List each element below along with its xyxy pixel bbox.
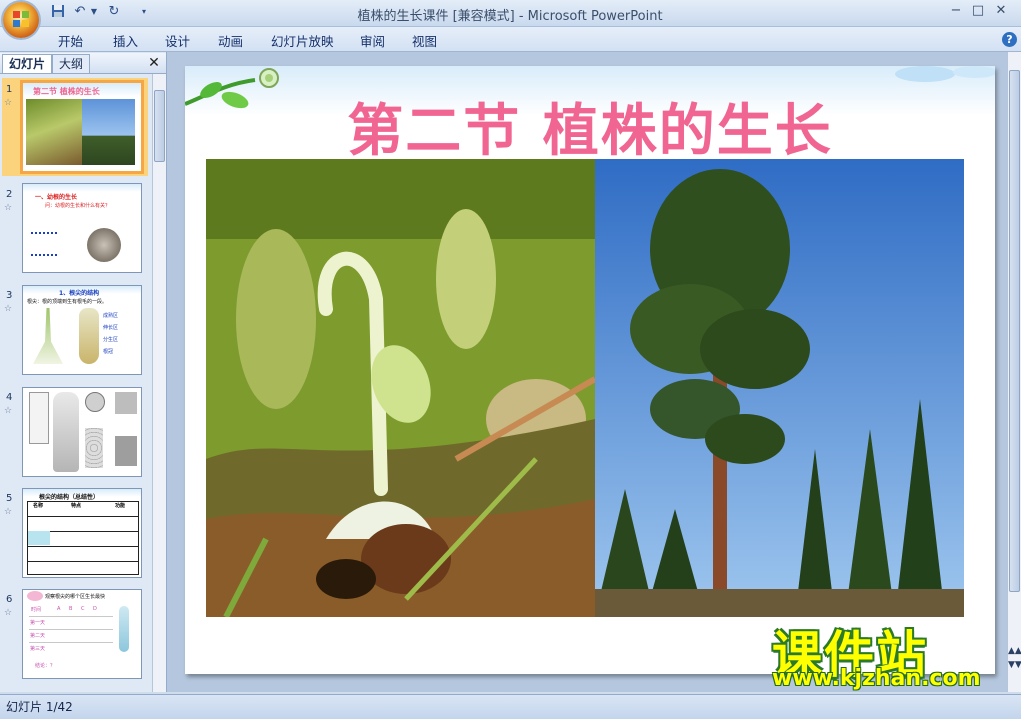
- thumb-seedling-image: [26, 99, 82, 165]
- thumb-number: 1: [6, 84, 13, 95]
- seedling-photo[interactable]: [206, 159, 595, 617]
- tab-design[interactable]: 设计: [165, 31, 190, 50]
- thumb-row-label: 第二天: [30, 633, 46, 639]
- thumb-diagram: [29, 392, 49, 444]
- thumb-header-cell: C: [81, 606, 85, 612]
- thumb-header-cell: 时间: [31, 607, 42, 613]
- thumb-row-label: 第三天: [30, 646, 46, 652]
- thumb-title: 1、根尖的结构: [59, 290, 100, 297]
- save-icon[interactable]: [50, 4, 66, 20]
- scrollbar-thumb[interactable]: [1009, 70, 1020, 592]
- ribbon-tab-bar: [0, 27, 1021, 52]
- thumb-text-lines: [31, 232, 57, 256]
- thumb-root-image: [119, 606, 129, 652]
- thumb-tree-image: [82, 99, 135, 165]
- thumbnail-slide-3[interactable]: 1、根尖的结构 根尖：根的顶端到生有根毛的一段。 成熟区 伸长区 分生区 根冠: [22, 285, 142, 375]
- thumb-header-cell: 名称: [33, 503, 44, 509]
- tab-animation[interactable]: 动画: [218, 31, 243, 50]
- thumb-row-label: 第一天: [30, 620, 46, 626]
- customize-icon[interactable]: ▾: [136, 4, 152, 20]
- thumb-subtitle: 问：幼根的生长和什么有关？: [45, 203, 111, 209]
- thumbnail-slide-2[interactable]: 一、幼根的生长 问：幼根的生长和什么有关？: [22, 183, 142, 273]
- thumb-header: [23, 184, 141, 192]
- thumb-flower-icon: [27, 591, 43, 601]
- thumbnail-slide-5[interactable]: 根尖的结构（总结性） 名称 特点 功能: [22, 488, 142, 578]
- thumb-root-section-image: [53, 392, 79, 472]
- redo-icon[interactable]: ↻: [106, 4, 122, 20]
- animation-star-icon: ☆: [4, 203, 13, 213]
- thumb-cell-image: [85, 428, 103, 468]
- animation-star-icon: ☆: [4, 608, 13, 618]
- window-title: 植株的生长课件 [兼容模式] - Microsoft PowerPoint: [357, 9, 663, 24]
- thumb-number: 5: [6, 493, 13, 504]
- slide-decoration-sky: [885, 66, 995, 86]
- thumb-header-cell: D: [93, 606, 97, 612]
- close-button[interactable]: ✕: [993, 4, 1009, 20]
- thumb-header-cell: B: [69, 606, 73, 612]
- thumb-title: 根尖的结构（总结性）: [39, 494, 100, 501]
- animation-star-icon: ☆: [4, 507, 13, 517]
- tab-slideshow[interactable]: 幻灯片放映: [271, 31, 334, 50]
- animation-star-icon: ☆: [4, 406, 13, 416]
- tab-outline[interactable]: 大纲: [52, 54, 91, 73]
- thumb-subtitle: 根尖：根的顶端到生有根毛的一段。: [27, 299, 108, 305]
- slide-title[interactable]: 第二节 植株的生长: [185, 86, 995, 167]
- thumb-number: 3: [6, 290, 13, 301]
- thumb-cell-image: [115, 392, 137, 414]
- thumb-footer: 结论：？: [35, 663, 56, 669]
- thumbnail-scrollbar[interactable]: [152, 74, 166, 692]
- previous-slide-icon[interactable]: ▲▲: [1008, 646, 1021, 656]
- pine-tree-photo[interactable]: [595, 159, 964, 617]
- chevron-down-icon[interactable]: ▼: [86, 4, 102, 20]
- tab-slides[interactable]: 幻灯片: [2, 54, 53, 73]
- thumb-root-tip-image: [79, 308, 99, 364]
- help-icon[interactable]: ?: [1002, 32, 1017, 47]
- slide-canvas[interactable]: 第二节 植株的生长: [185, 66, 995, 674]
- close-panel-icon[interactable]: ✕: [146, 55, 162, 71]
- thumbnail-slide-1[interactable]: 第二节 植株的生长: [20, 80, 144, 174]
- next-slide-icon[interactable]: ▼▼: [1008, 660, 1021, 670]
- tab-insert[interactable]: 插入: [113, 31, 138, 50]
- thumb-header-cell: A: [57, 606, 61, 612]
- minimize-button[interactable]: −: [948, 4, 964, 20]
- maximize-button[interactable]: □: [970, 4, 986, 20]
- tab-view[interactable]: 视图: [412, 31, 437, 50]
- thumb-cell-image: [85, 392, 105, 412]
- thumb-highlight-cell: [28, 531, 50, 545]
- slide-counter: 幻灯片 1/42: [6, 700, 73, 714]
- thumb-header-cell: 功能: [115, 503, 126, 509]
- thumbnail-slide-6[interactable]: 观察根尖的哪个区生长最快 时间 A B C D 第一天 第二天 第三天 结论：？: [22, 589, 142, 679]
- thumb-number: 6: [6, 594, 13, 605]
- thumb-number: 2: [6, 189, 13, 200]
- office-button[interactable]: [3, 2, 39, 38]
- thumbnail-slide-4[interactable]: [22, 387, 142, 477]
- watermark-url: www.kjzhan.com: [772, 666, 981, 691]
- status-bar: [0, 694, 1021, 719]
- thumb-title: 第二节 植株的生长: [33, 87, 100, 96]
- animation-star-icon: ☆: [4, 98, 13, 108]
- tab-home[interactable]: 开始: [58, 31, 83, 50]
- thumb-title: 观察根尖的哪个区生长最快: [45, 594, 106, 600]
- tab-review[interactable]: 审阅: [360, 31, 385, 50]
- thumb-root-image: [87, 228, 121, 262]
- thumb-region-labels: 成熟区 伸长区 分生区 根冠: [103, 313, 119, 355]
- thumb-cell-image: [115, 436, 137, 466]
- thumb-number: 4: [6, 392, 13, 403]
- thumb-title: 一、幼根的生长: [35, 194, 78, 201]
- scrollbar-thumb[interactable]: [154, 90, 165, 162]
- office-logo-icon: [12, 10, 30, 28]
- thumb-plant-image: [33, 308, 63, 364]
- thumb-header-cell: 特点: [71, 503, 82, 509]
- animation-star-icon: ☆: [4, 304, 13, 314]
